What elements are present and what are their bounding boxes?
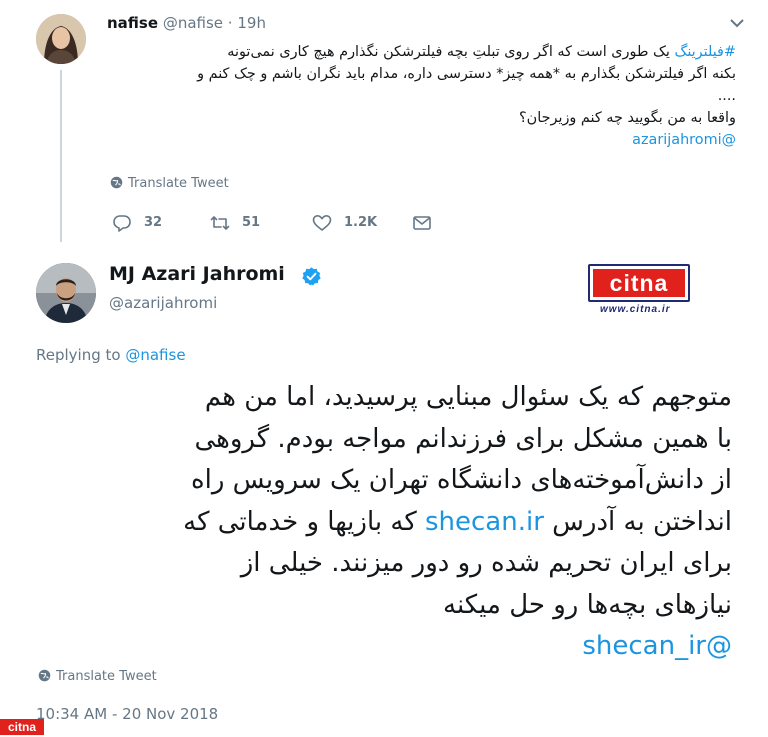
reply-count: 32 bbox=[144, 215, 163, 230]
main-author-name[interactable]: MJ Azari Jahromi bbox=[109, 263, 285, 285]
globe-icon bbox=[38, 669, 51, 682]
parent-text-line-4: واقعا به من بگویید چه کنم وزیرجان؟ bbox=[519, 110, 736, 126]
main-text-line-2: با همین مشکل برای فرزندانم مواجه بودم. گ… bbox=[194, 423, 732, 454]
citna-logo-url: www.citna.ir bbox=[600, 304, 671, 315]
parent-author-handle[interactable]: @nafise bbox=[163, 14, 223, 32]
globe-icon bbox=[110, 176, 123, 189]
retweet-count: 51 bbox=[242, 215, 261, 230]
main-text-line-5: برای ایران تحریم شده رو دور میزنند. خیلی… bbox=[240, 548, 732, 578]
main-text-line-3: از دانش‌آموخته‌های دانشگاه تهران یک سروی… bbox=[191, 465, 732, 495]
parent-translate-tweet[interactable]: Translate Tweet bbox=[110, 176, 229, 191]
parent-tweet-text: #فیلترینگ یک طوری است که اگر روی تبلتِ ب… bbox=[96, 41, 736, 151]
parent-mention-link[interactable]: @azarijahromi bbox=[96, 129, 736, 151]
nafise-avatar[interactable] bbox=[36, 14, 86, 64]
parent-text-line-2: بکنه اگر فیلترشکن بگذارم به *همه چیز* دس… bbox=[197, 66, 736, 82]
parent-text-line-1: #فیلترینگ یک طوری است که اگر روی تبلتِ ب… bbox=[96, 41, 736, 63]
replying-to-line: Replying to @nafise bbox=[36, 346, 186, 364]
citna-logo-wordmark: citna bbox=[593, 269, 685, 297]
parent-author-name[interactable]: nafise bbox=[107, 14, 158, 32]
chevron-down-icon[interactable] bbox=[726, 14, 748, 32]
main-author-handle[interactable]: @azarijahromi bbox=[109, 294, 217, 312]
reply-icon bbox=[113, 215, 131, 232]
main-text-line-4-before: انداختن به آدرس bbox=[543, 506, 732, 537]
parent-text-line-1-body: یک طوری است که اگر روی تبلتِ بچه فیلترشک… bbox=[227, 44, 675, 60]
main-text-line-4-after: که بازیها و خدماتی که bbox=[183, 506, 425, 537]
like-count: 1.2K bbox=[344, 215, 378, 230]
replying-to-prefix: Replying to bbox=[36, 346, 121, 364]
heart-icon bbox=[312, 215, 332, 231]
citna-logo: citna www.citna.ir bbox=[588, 264, 690, 316]
shecan-mention-link[interactable]: @shecan_ir bbox=[32, 626, 732, 668]
azari-jahromi-avatar[interactable] bbox=[36, 263, 96, 323]
hashtag-link[interactable]: #فیلترینگ bbox=[674, 44, 736, 60]
citna-watermark: citna bbox=[0, 719, 44, 735]
citna-logo-frame: citna bbox=[588, 264, 690, 302]
thread-connector bbox=[60, 70, 62, 242]
main-tweet-timestamp[interactable]: 10:34 AM - 20 Nov 2018 bbox=[36, 705, 218, 723]
main-tweet-text: متوجهم که یک سئوال مبنایی پرسیدید، اما م… bbox=[32, 377, 732, 668]
main-translate-tweet[interactable]: Translate Tweet bbox=[38, 669, 157, 684]
parent-tweet-header: nafise @nafise · 19h bbox=[107, 14, 266, 32]
parent-translate-label: Translate Tweet bbox=[128, 176, 229, 191]
parent-text-line-3: .... bbox=[717, 88, 736, 104]
shecan-url-link[interactable]: shecan.ir bbox=[425, 507, 544, 537]
verified-badge-icon bbox=[302, 267, 321, 286]
main-text-line-4: انداختن به آدرس shecan.ir که بازیها و خد… bbox=[32, 502, 732, 544]
main-translate-label: Translate Tweet bbox=[56, 669, 157, 684]
main-text-line-1: متوجهم که یک سئوال مبنایی پرسیدید، اما م… bbox=[204, 382, 732, 412]
parent-tweet-time[interactable]: 19h bbox=[237, 14, 266, 32]
retweet-icon bbox=[210, 216, 230, 230]
separator-dot: · bbox=[227, 14, 233, 32]
envelope-icon bbox=[413, 216, 431, 230]
main-text-line-6: نیازهای بچه‌ها رو حل میکنه bbox=[443, 589, 732, 620]
replying-to-link[interactable]: @nafise bbox=[125, 346, 185, 364]
